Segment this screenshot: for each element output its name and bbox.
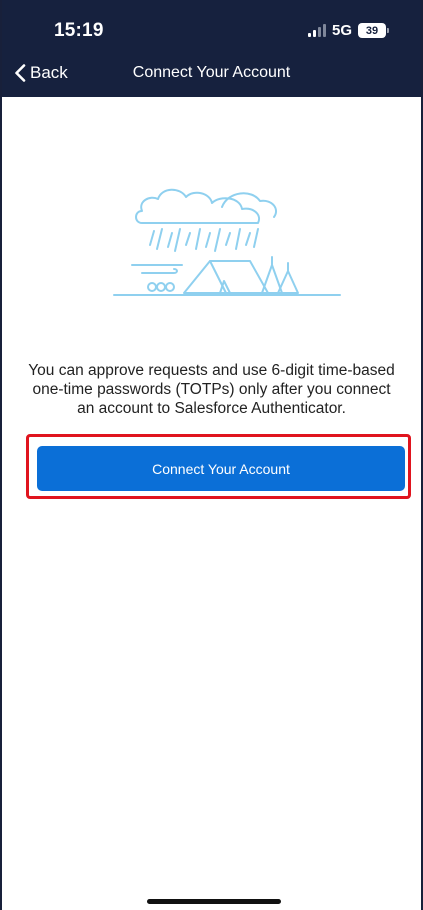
- home-indicator[interactable]: [147, 899, 281, 904]
- status-time: 15:19: [54, 20, 104, 41]
- top-bar: 15:19 5G 39 Back Connect Your Account: [2, 0, 421, 97]
- app-screen: 15:19 5G 39 Back Connect Your Account Yo…: [0, 0, 423, 910]
- info-message: You can approve requests and use 6-digit…: [28, 362, 395, 417]
- rainy-campsite-illustration: [113, 188, 341, 296]
- page-title: Connect Your Account: [132, 64, 291, 81]
- battery-level: 39: [358, 23, 386, 38]
- battery-icon: 39: [358, 23, 389, 38]
- network-type: 5G: [331, 22, 352, 39]
- signal-icon: [307, 24, 326, 37]
- status-indicators: 5G 39: [307, 22, 389, 39]
- connect-account-button[interactable]: Connect Your Account: [37, 446, 405, 491]
